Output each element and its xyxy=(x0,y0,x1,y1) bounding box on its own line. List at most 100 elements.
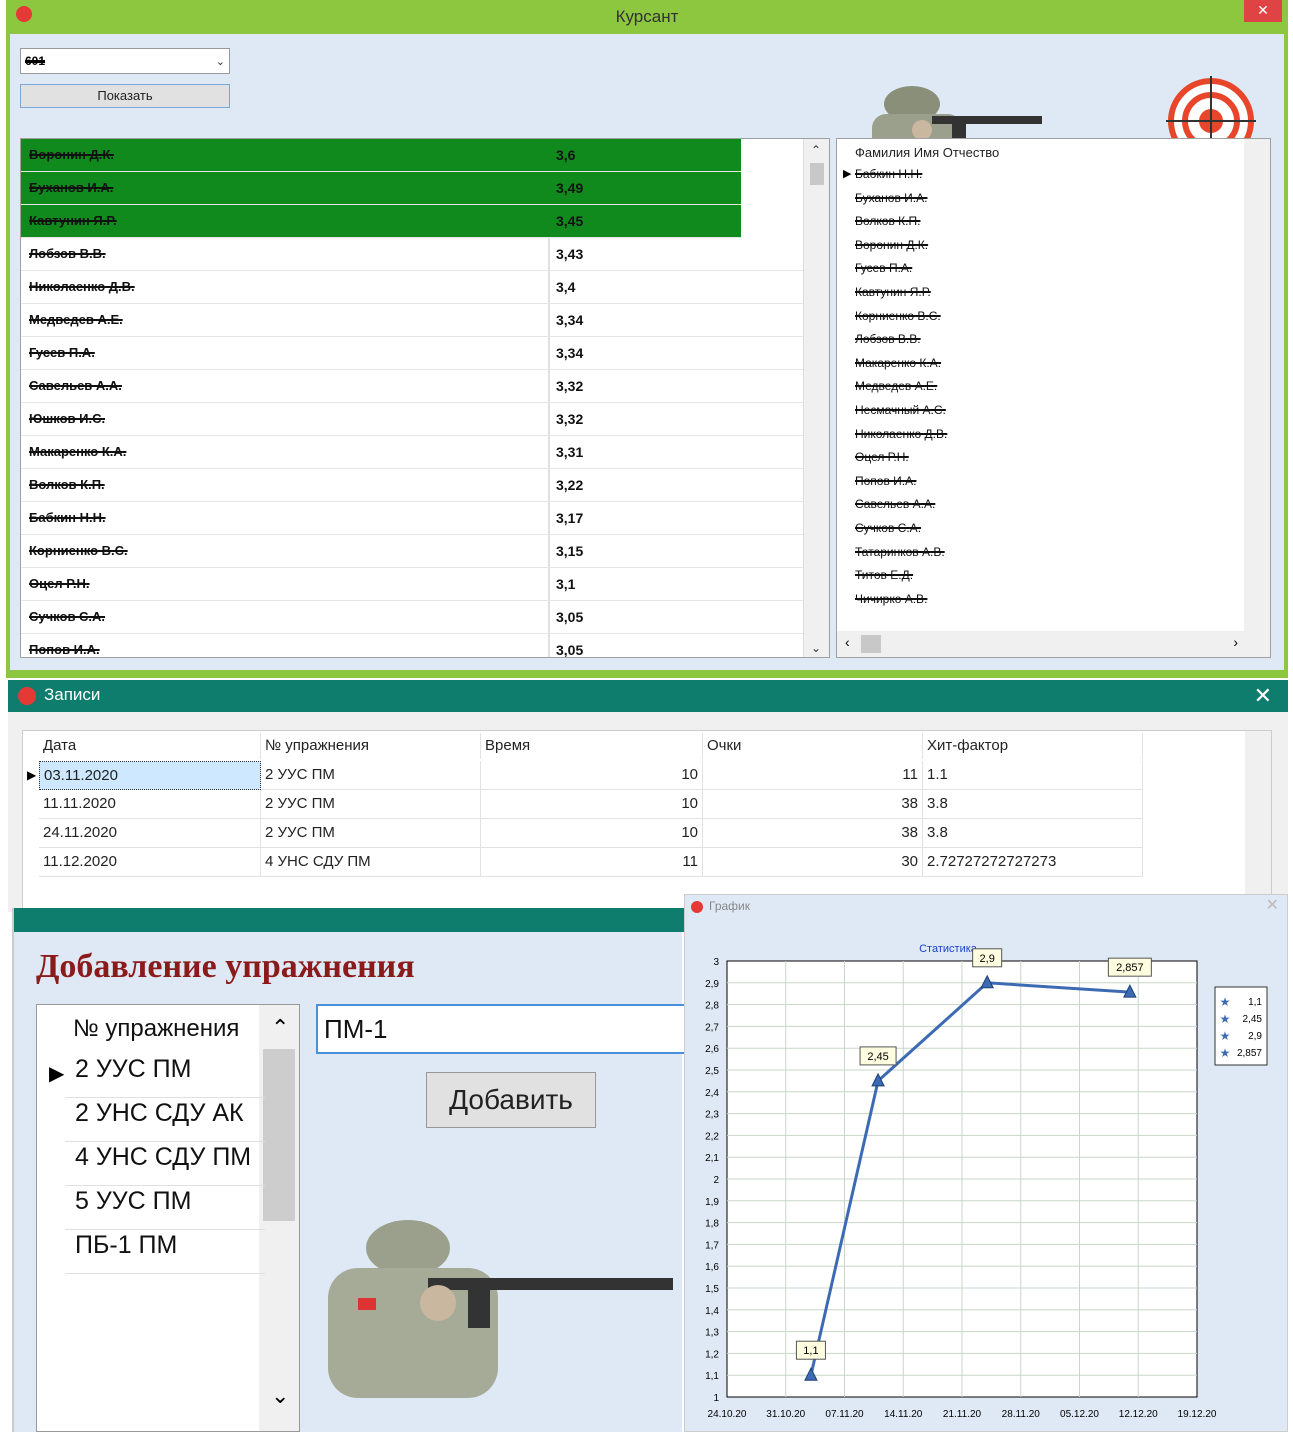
table-row[interactable]: Макаренко К.А. 3,31 xyxy=(21,436,803,469)
list-item[interactable]: Николаенко Д.В. xyxy=(855,427,947,441)
list-item[interactable]: 5 УУС ПМ xyxy=(75,1187,191,1216)
cadet-score: 3,05 xyxy=(556,609,584,625)
table-cell[interactable]: 10 xyxy=(481,790,703,819)
table-cell[interactable]: 30 xyxy=(703,848,923,877)
table-row[interactable]: Юшков И.С. 3,32 xyxy=(21,403,803,436)
list-item[interactable]: Медведев А.Е. xyxy=(855,379,937,393)
list-item[interactable]: 2 УНС СДУ АК xyxy=(75,1099,244,1128)
scroll-thumb[interactable] xyxy=(810,163,824,185)
list-item[interactable]: Савельев А.А. xyxy=(855,497,935,511)
list-item[interactable]: Лобзов В.В. xyxy=(855,332,921,346)
list-item[interactable]: Бабкин Н.Н. xyxy=(855,167,922,181)
table-cell[interactable]: 10 xyxy=(481,819,703,848)
x-tick-label: 24.10.20 xyxy=(708,1409,747,1420)
legend-marker-icon: ★ xyxy=(1220,1029,1231,1043)
list-item[interactable]: 2 УУС ПМ xyxy=(75,1055,191,1084)
cadet-score: 3,4 xyxy=(556,279,576,295)
chevron-down-icon[interactable]: ⌄ xyxy=(216,55,225,68)
chevron-down-icon[interactable]: ⌄ xyxy=(271,1383,289,1409)
table-cell[interactable]: 10 xyxy=(481,761,703,790)
title-bar xyxy=(14,908,684,932)
list-item[interactable]: Воронин Д.К. xyxy=(855,238,928,252)
chevron-right-icon[interactable]: › xyxy=(1233,634,1238,650)
table-cell[interactable]: 2 УУС ПМ xyxy=(261,819,481,848)
horizontal-scrollbar[interactable]: ‹ › xyxy=(837,631,1270,657)
column-header[interactable]: Очки xyxy=(703,733,923,759)
table-cell[interactable]: 11 xyxy=(481,848,703,877)
table-cell[interactable]: 3.8 xyxy=(923,790,1143,819)
cadet-name: Лобзов В.В. xyxy=(29,246,106,261)
list-item[interactable]: Гусев П.А. xyxy=(855,261,912,275)
vertical-scrollbar[interactable]: ⌃ ⌄ xyxy=(259,1005,299,1431)
table-row[interactable]: Лобзов В.В. 3,43 xyxy=(21,238,803,271)
table-cell[interactable]: 2.72727272727273 xyxy=(923,848,1143,877)
group-select[interactable]: 601 ⌄ xyxy=(20,48,230,74)
close-button[interactable]: ✕ xyxy=(1244,0,1282,22)
table-row[interactable]: Савельев А.А. 3,32 xyxy=(21,370,803,403)
chevron-up-icon[interactable]: ⌃ xyxy=(271,1015,289,1041)
list-item[interactable]: Несмачный А.С. xyxy=(855,403,946,417)
table-cell[interactable]: 1.1 xyxy=(923,761,1143,790)
cadet-name: Гусев П.А. xyxy=(29,345,95,360)
close-icon[interactable]: ✕ xyxy=(1254,683,1272,709)
table-row[interactable]: Гусев П.А. 3,34 xyxy=(21,337,803,370)
table-row[interactable]: Николаенко Д.В. 3,4 xyxy=(21,271,803,304)
list-item[interactable]: Чичирко А.В. xyxy=(855,592,927,606)
vertical-scrollbar[interactable]: ⌃ ⌄ xyxy=(803,139,829,657)
kursant-window: Курсант ✕ 601 ⌄ Показать ⌃ ⌄ Воронин Д.К… xyxy=(6,0,1288,678)
list-item[interactable]: Татаринков А.В. xyxy=(855,545,945,559)
table-cell[interactable]: 4 УНС СДУ ПМ xyxy=(261,848,481,877)
table-row[interactable]: Сучков С.А. 3,05 xyxy=(21,601,803,634)
list-item[interactable]: ПБ-1 ПМ xyxy=(75,1231,177,1260)
exercise-input[interactable] xyxy=(316,1004,686,1054)
scroll-thumb[interactable] xyxy=(861,635,881,653)
vertical-scrollbar[interactable] xyxy=(1245,731,1271,911)
list-item[interactable]: Попов И.А. xyxy=(855,474,916,488)
list-item[interactable]: Оцел Р.Н. xyxy=(855,450,909,464)
list-item[interactable]: Сучков С.А. xyxy=(855,521,921,535)
table-cell[interactable]: 2 УУС ПМ xyxy=(261,790,481,819)
table-row[interactable]: Оцел Р.Н. 3,1 xyxy=(21,568,803,601)
column-header[interactable]: Хит-фактор xyxy=(923,733,1143,759)
list-item[interactable]: Буханов И.А. xyxy=(855,191,927,205)
list-item[interactable]: Кавтунин Я.Р. xyxy=(855,285,931,299)
table-row[interactable]: Бабкин Н.Н. 3,17 xyxy=(21,502,803,535)
list-item[interactable]: Корниенко В.С. xyxy=(855,309,941,323)
table-cell[interactable]: 11 xyxy=(703,761,923,790)
table-cell[interactable]: 38 xyxy=(703,790,923,819)
table-cell[interactable]: 38 xyxy=(703,819,923,848)
table-row[interactable]: Корниенко В.С. 3,15 xyxy=(21,535,803,568)
chevron-down-icon[interactable]: ⌄ xyxy=(811,641,821,655)
column-header[interactable]: № упражнения xyxy=(261,733,481,759)
table-row[interactable]: Буханов И.А. 3,49 xyxy=(21,172,741,205)
table-cell[interactable]: 2 УУС ПМ xyxy=(261,761,481,790)
chevron-left-icon[interactable]: ‹ xyxy=(845,634,850,650)
cadet-name: Корниенко В.С. xyxy=(29,543,128,558)
table-cell[interactable]: 11.11.2020 xyxy=(39,790,261,819)
row-divider xyxy=(65,1097,265,1098)
table-row[interactable]: Воронин Д.К. 3,6 xyxy=(21,139,741,172)
table-cell[interactable]: 24.11.2020 xyxy=(39,819,261,848)
table-row[interactable]: Попов И.А. 3,05 xyxy=(21,634,803,657)
list-item[interactable]: Волков К.П. xyxy=(855,214,920,228)
table-cell[interactable]: 11.12.2020 xyxy=(39,848,261,877)
table-row[interactable]: Медведев А.Е. 3,34 xyxy=(21,304,803,337)
table-cell[interactable]: 03.11.2020 xyxy=(39,761,261,790)
row-pointer-icon: ▶ xyxy=(27,768,37,782)
y-tick-label: 1,8 xyxy=(705,1219,719,1230)
add-button[interactable]: Добавить xyxy=(426,1072,596,1128)
vertical-scrollbar[interactable] xyxy=(1244,139,1270,633)
title-bar: Записи ✕ xyxy=(8,680,1288,712)
chevron-up-icon[interactable]: ⌃ xyxy=(811,143,821,157)
cadet-name: Бабкин Н.Н. xyxy=(29,510,106,525)
list-item[interactable]: Макаренко К.А. xyxy=(855,356,941,370)
list-item[interactable]: Титов Е.Д. xyxy=(855,568,913,582)
table-row[interactable]: Волков К.П. 3,22 xyxy=(21,469,803,502)
scroll-thumb[interactable] xyxy=(263,1049,295,1221)
show-button[interactable]: Показать xyxy=(20,84,230,108)
table-cell[interactable]: 3.8 xyxy=(923,819,1143,848)
table-row[interactable]: Кавтунин Я.Р. 3,45 xyxy=(21,205,741,238)
column-header[interactable]: Дата xyxy=(39,733,261,759)
column-header[interactable]: Время xyxy=(481,733,703,759)
list-item[interactable]: 4 УНС СДУ ПМ xyxy=(75,1143,251,1172)
